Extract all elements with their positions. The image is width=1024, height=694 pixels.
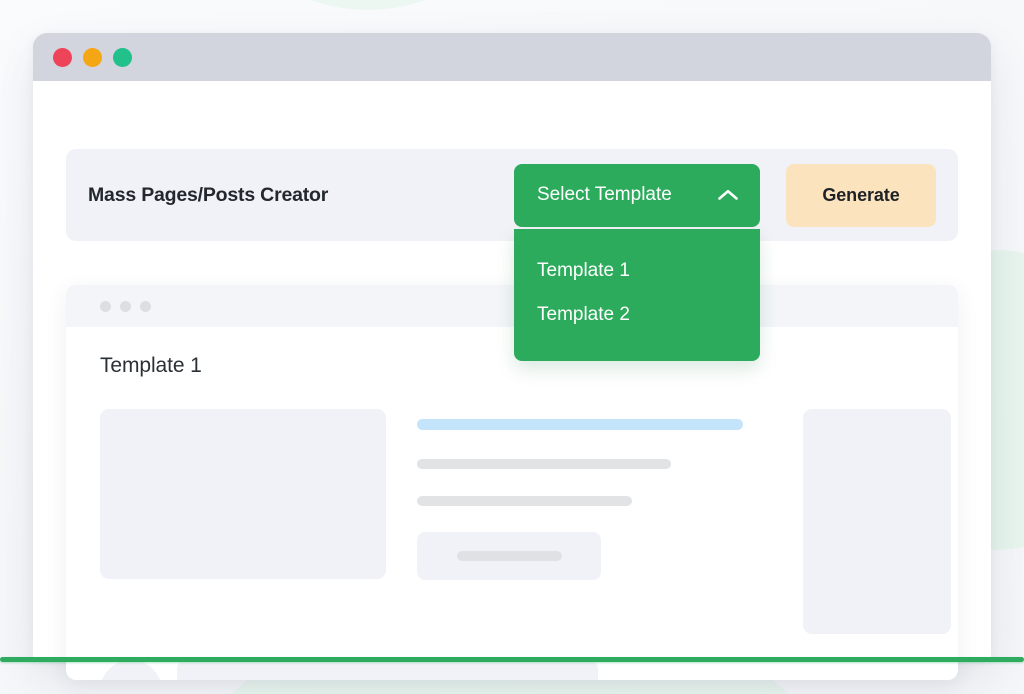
select-template-button[interactable]: Select Template <box>514 164 760 227</box>
window-content: Mass Pages/Posts Creator Select Template <box>33 81 991 658</box>
window-minimize-dot[interactable] <box>83 48 102 67</box>
chevron-up-icon <box>717 188 739 202</box>
text-bar-placeholder-2 <box>417 496 632 506</box>
image-placeholder <box>100 409 386 579</box>
screenshot-stage: Mass Pages/Posts Creator Select Template <box>0 0 1024 694</box>
preview-body: Template 1 <box>66 327 958 680</box>
window-titlebar <box>33 33 991 81</box>
text-placeholder-column <box>417 409 744 580</box>
preview-dot-3 <box>140 301 151 312</box>
button-label-placeholder <box>457 551 562 561</box>
template-select-wrapper: Select Template Template 1 Template 2 <box>514 164 760 227</box>
avatar-placeholder <box>100 660 162 680</box>
app-header-bar: Mass Pages/Posts Creator Select Template <box>66 149 958 241</box>
template-dropdown-menu: Template 1 Template 2 <box>514 229 760 361</box>
green-divider-rule <box>0 657 1024 662</box>
decorative-circle-top <box>198 0 538 10</box>
window-close-dot[interactable] <box>53 48 72 67</box>
preview-dot-2 <box>120 301 131 312</box>
text-bar-placeholder-1 <box>417 459 671 469</box>
link-bar-placeholder <box>417 419 743 430</box>
preview-bottom-row <box>100 660 924 680</box>
template-preview-card: Template 1 <box>66 285 958 680</box>
preview-main-row <box>100 409 924 634</box>
page-title: Mass Pages/Posts Creator <box>88 184 514 207</box>
side-image-placeholder <box>803 409 951 634</box>
dropdown-option-template-1[interactable]: Template 1 <box>514 249 760 293</box>
header-actions: Select Template Template 1 Template 2 <box>514 164 936 227</box>
window-maximize-dot[interactable] <box>113 48 132 67</box>
preview-dot-1 <box>100 301 111 312</box>
template-heading: Template 1 <box>100 354 924 378</box>
button-placeholder <box>417 532 601 580</box>
browser-window: Mass Pages/Posts Creator Select Template <box>33 33 991 658</box>
select-template-label: Select Template <box>537 184 672 206</box>
wide-field-placeholder <box>177 660 598 680</box>
dropdown-option-template-2[interactable]: Template 2 <box>514 293 760 337</box>
preview-titlebar <box>66 285 958 327</box>
generate-button[interactable]: Generate <box>786 164 936 227</box>
